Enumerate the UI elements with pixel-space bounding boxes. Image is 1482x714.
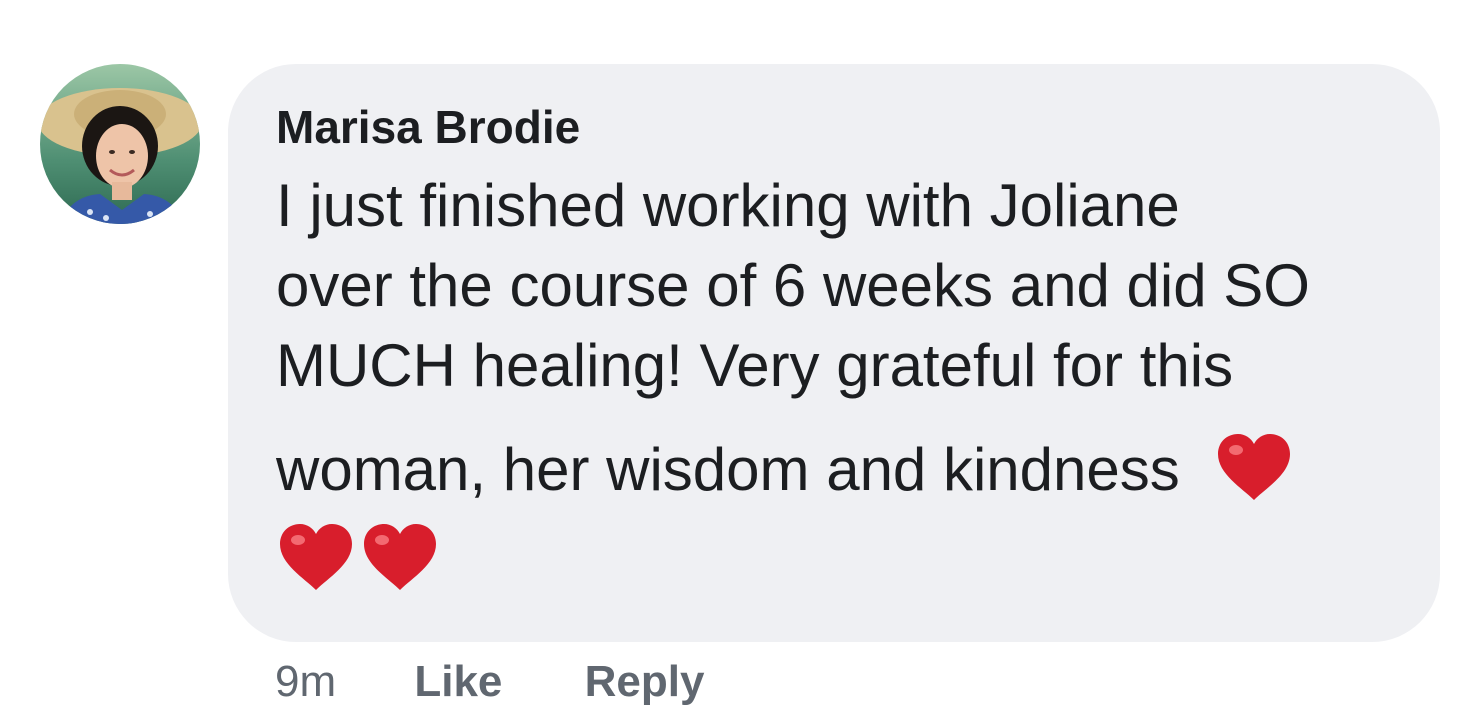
reply-button[interactable]: Reply	[585, 652, 705, 712]
comment-text-line: MUCH healing! Very grateful for this	[276, 332, 1234, 399]
avatar[interactable]	[40, 64, 200, 224]
comment-text-line: woman, her wisdom and kindness	[276, 436, 1180, 503]
avatar-photo	[40, 64, 200, 224]
comment-text: I just finished working with Joliane ove…	[276, 166, 1396, 600]
red-heart-icon	[360, 518, 440, 598]
comment: Marisa Brodie I just finished working wi…	[0, 0, 1482, 714]
comment-text-last-line: woman, her wisdom and kindness	[276, 428, 1396, 510]
red-heart-icon	[1214, 428, 1294, 508]
author-name[interactable]: Marisa Brodie	[276, 98, 1400, 156]
comment-text-line: over the course of 6 weeks and did SO	[276, 252, 1310, 319]
red-heart-icon	[276, 518, 356, 598]
comment-bubble: Marisa Brodie I just finished working wi…	[228, 64, 1440, 642]
emoji-line	[276, 518, 1396, 600]
like-button[interactable]: Like	[414, 652, 502, 712]
comment-actions: 9m Like Reply	[275, 652, 774, 712]
comment-text-line: I just finished working with Joliane	[276, 172, 1180, 239]
timestamp[interactable]: 9m	[275, 652, 336, 712]
